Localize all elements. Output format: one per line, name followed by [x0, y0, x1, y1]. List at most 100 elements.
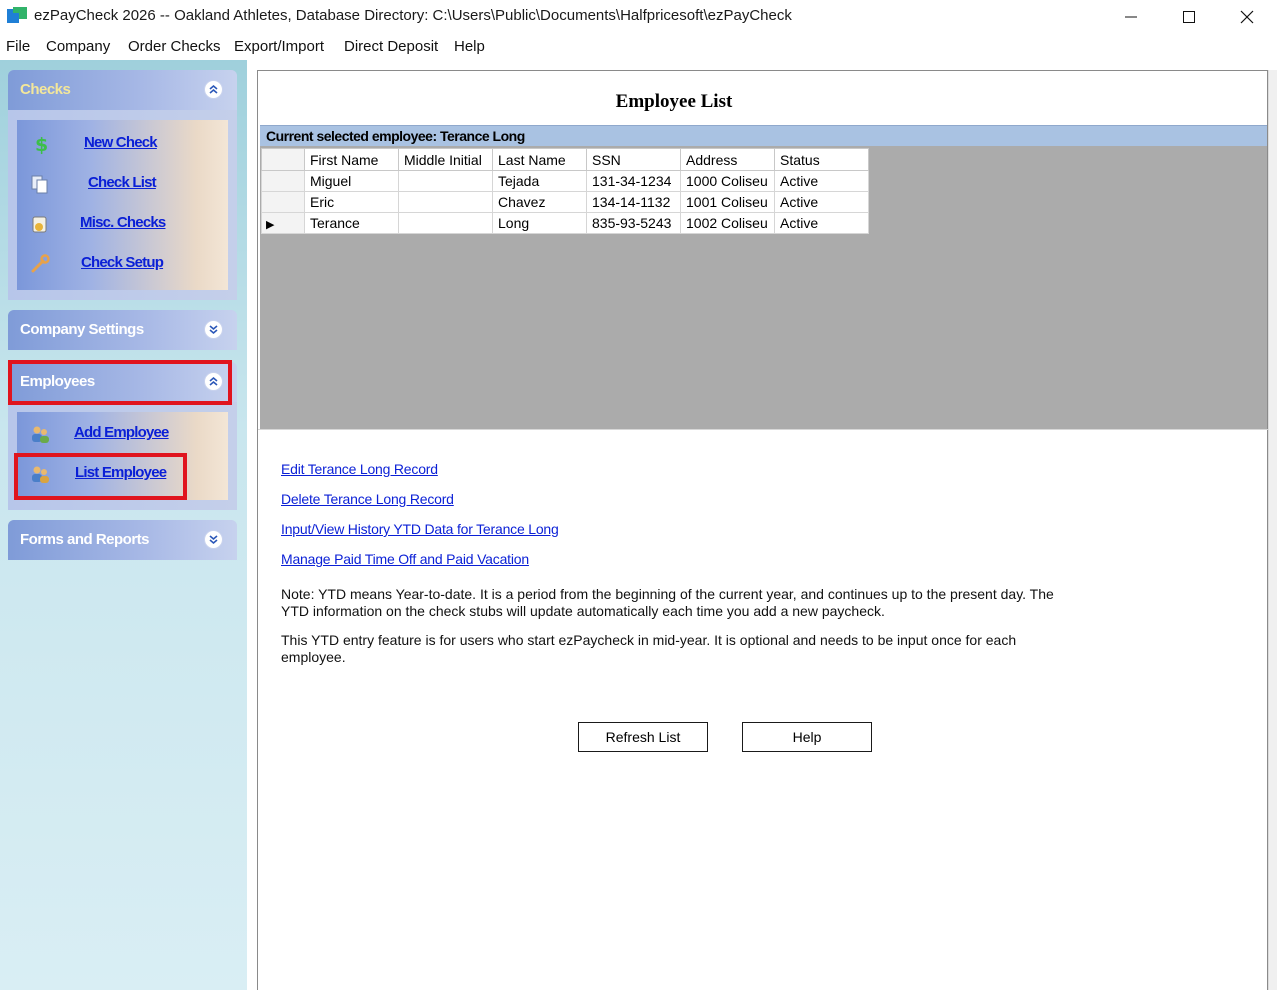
- checks-group-body: $ New Check Check List Misc. Checks Chec…: [17, 120, 228, 290]
- cell-status[interactable]: Active: [774, 212, 869, 234]
- employees-group-title: Employees: [20, 373, 95, 390]
- minimize-icon: [1125, 16, 1137, 18]
- table-row[interactable]: Eric Chavez 134-14-1132 1001 Coliseu Act…: [261, 191, 869, 213]
- ytd-note: Note: YTD means Year-to-date. It is a pe…: [281, 586, 1054, 619]
- table-header-row: First Name Middle Initial Last Name SSN …: [261, 148, 869, 171]
- cell-last-name[interactable]: Chavez: [492, 191, 587, 213]
- paid-time-off-link[interactable]: Manage Paid Time Off and Paid Vacation: [281, 551, 529, 567]
- users-list-icon: [32, 466, 49, 483]
- check-list-link[interactable]: Check List: [88, 174, 157, 191]
- menu-company[interactable]: Company: [46, 38, 110, 55]
- checks-group-header[interactable]: Checks: [8, 70, 237, 110]
- window-edge: [1268, 70, 1277, 990]
- employees-group-body: Add Employee List Employee: [17, 412, 228, 500]
- column-header-address[interactable]: Address: [680, 148, 775, 171]
- wrench-icon: [31, 254, 50, 273]
- cell-middle-initial[interactable]: [398, 170, 493, 192]
- collapse-chevron-icon[interactable]: [204, 80, 223, 99]
- list-employee-link[interactable]: List Employee: [75, 464, 167, 481]
- cell-first-name[interactable]: Eric: [304, 191, 399, 213]
- collapse-chevron-icon[interactable]: [204, 372, 223, 391]
- minimize-button[interactable]: [1102, 0, 1160, 34]
- app-logo-icon: [7, 7, 27, 23]
- edit-record-link[interactable]: Edit Terance Long Record: [281, 461, 438, 477]
- ytd-entry-note: This YTD entry feature is for users who …: [281, 632, 1017, 665]
- cell-last-name[interactable]: Long: [492, 212, 587, 234]
- cell-first-name[interactable]: Miguel: [304, 170, 399, 192]
- close-icon: [1240, 10, 1254, 24]
- close-button[interactable]: [1218, 0, 1276, 34]
- task-add-employee[interactable]: Add Employee: [17, 414, 228, 454]
- ytd-data-link[interactable]: Input/View History YTD Data for Terance …: [281, 521, 559, 537]
- title-bar: ezPayCheck 2026 -- Oakland Athletes, Dat…: [0, 0, 1277, 34]
- menu-direct-deposit[interactable]: Direct Deposit: [344, 38, 438, 55]
- employee-grid-area: First Name Middle Initial Last Name SSN …: [260, 146, 1267, 429]
- company-settings-group: Company Settings: [8, 310, 237, 350]
- column-header-status[interactable]: Status: [774, 148, 869, 171]
- dollar-icon: $: [35, 134, 48, 155]
- check-setup-link[interactable]: Check Setup: [81, 254, 164, 271]
- divider: [258, 429, 1269, 430]
- task-check-setup[interactable]: Check Setup: [17, 244, 228, 284]
- employee-table: First Name Middle Initial Last Name SSN …: [261, 148, 869, 234]
- cell-first-name[interactable]: Terance: [304, 212, 399, 234]
- task-list-employee[interactable]: List Employee: [17, 454, 228, 494]
- column-header-middle-initial[interactable]: Middle Initial: [398, 148, 493, 171]
- menu-order-checks[interactable]: Order Checks: [128, 38, 221, 55]
- selected-employee-label: Current selected employee: Terance Long: [266, 128, 525, 144]
- row-header[interactable]: ▶: [261, 212, 305, 234]
- expand-chevron-icon[interactable]: [204, 320, 223, 339]
- cell-middle-initial[interactable]: [398, 191, 493, 213]
- menu-help[interactable]: Help: [454, 38, 485, 55]
- cell-status[interactable]: Active: [774, 191, 869, 213]
- company-settings-group-title: Company Settings: [20, 321, 144, 338]
- company-settings-group-header[interactable]: Company Settings: [8, 310, 237, 350]
- cell-address[interactable]: 1001 Coliseu: [680, 191, 775, 213]
- refresh-list-button[interactable]: Refresh List: [578, 722, 708, 752]
- task-misc-checks[interactable]: Misc. Checks: [17, 204, 228, 244]
- menu-file[interactable]: File: [6, 38, 30, 55]
- cell-last-name[interactable]: Tejada: [492, 170, 587, 192]
- cell-ssn[interactable]: 131-34-1234: [586, 170, 681, 192]
- employees-group-header[interactable]: Employees: [8, 362, 237, 402]
- help-button[interactable]: Help: [742, 722, 872, 752]
- column-header-first-name[interactable]: First Name: [304, 148, 399, 171]
- forms-reports-group: Forms and Reports: [8, 520, 237, 560]
- forms-reports-group-title: Forms and Reports: [20, 531, 150, 548]
- new-check-link[interactable]: New Check: [84, 134, 158, 151]
- task-new-check[interactable]: $ New Check: [17, 124, 228, 164]
- table-row[interactable]: ▶ Terance Long 835-93-5243 1002 Coliseu …: [261, 212, 869, 234]
- column-header-ssn[interactable]: SSN: [586, 148, 681, 171]
- cell-status[interactable]: Active: [774, 170, 869, 192]
- users-add-icon: [32, 426, 49, 443]
- cell-ssn[interactable]: 835-93-5243: [586, 212, 681, 234]
- column-header-last-name[interactable]: Last Name: [492, 148, 587, 171]
- svg-text:$: $: [35, 134, 48, 155]
- cell-address[interactable]: 1002 Coliseu: [680, 212, 775, 234]
- documents-icon: [31, 175, 48, 194]
- checks-group-title: Checks: [20, 81, 71, 98]
- window-title: ezPayCheck 2026 -- Oakland Athletes, Dat…: [34, 7, 792, 24]
- table-row[interactable]: Miguel Tejada 131-34-1234 1000 Coliseu A…: [261, 170, 869, 192]
- row-header[interactable]: [261, 170, 305, 192]
- task-check-list[interactable]: Check List: [17, 164, 228, 204]
- task-sidebar: Checks $ New Check Check List Misc. Chec…: [0, 60, 247, 990]
- delete-record-link[interactable]: Delete Terance Long Record: [281, 491, 454, 507]
- row-header[interactable]: [261, 191, 305, 213]
- cell-address[interactable]: 1000 Coliseu: [680, 170, 775, 192]
- cell-ssn[interactable]: 134-14-1132: [586, 191, 681, 213]
- cell-middle-initial[interactable]: [398, 212, 493, 234]
- checks-group: Checks $ New Check Check List Misc. Chec…: [8, 70, 237, 300]
- misc-checks-link[interactable]: Misc. Checks: [80, 214, 166, 231]
- menu-export-import[interactable]: Export/Import: [234, 38, 324, 55]
- employee-list-panel: Employee List Current selected employee:…: [257, 70, 1269, 990]
- money-bag-icon: [32, 216, 47, 233]
- menu-bar: File Company Order Checks Export/Import …: [0, 34, 1277, 60]
- row-header-corner: [261, 148, 305, 171]
- employees-group: Employees Add Employee List Employee: [8, 362, 237, 510]
- maximize-button[interactable]: [1160, 0, 1218, 34]
- selected-employee-bar: Current selected employee: Terance Long: [260, 125, 1267, 146]
- add-employee-link[interactable]: Add Employee: [74, 424, 169, 441]
- expand-chevron-icon[interactable]: [204, 530, 223, 549]
- forms-reports-group-header[interactable]: Forms and Reports: [8, 520, 237, 560]
